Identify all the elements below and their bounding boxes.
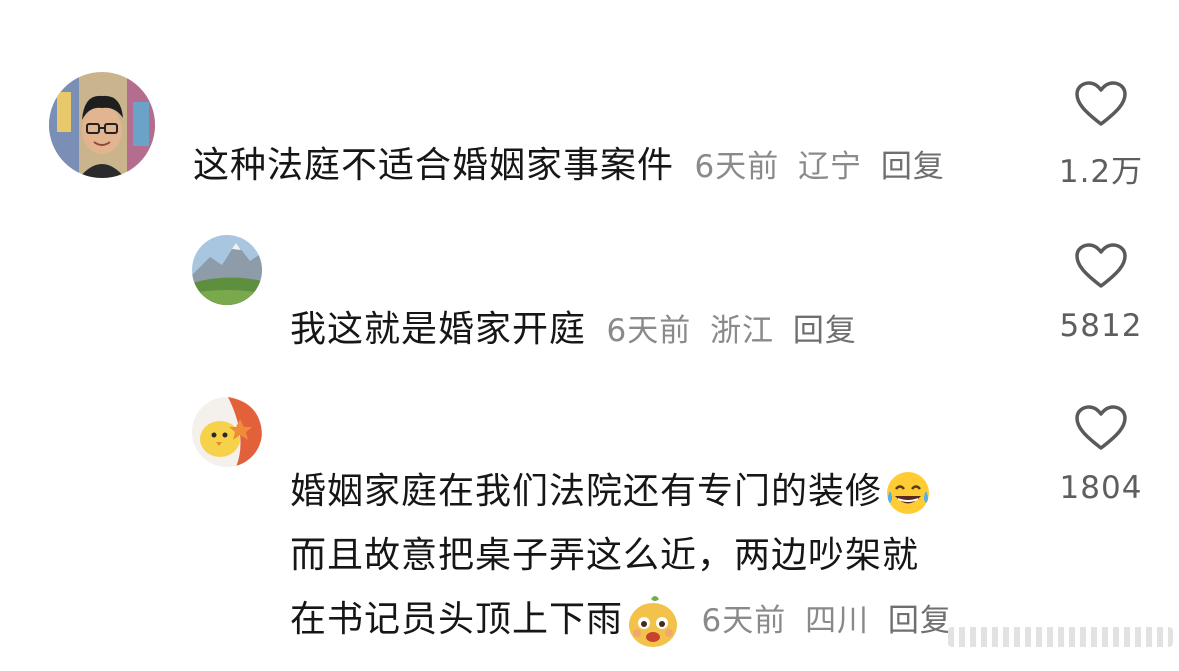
user-avatar[interactable] xyxy=(192,235,262,305)
reply-button[interactable]: 回复 xyxy=(888,603,952,639)
user-avatar[interactable] xyxy=(192,397,262,467)
comment-location: 辽宁 xyxy=(798,149,863,185)
watermark-mark xyxy=(948,627,1173,647)
cartoon-face-emoji xyxy=(629,596,678,647)
comment-text-line: 而且故意把桌子弄这么近，两边吵架就 xyxy=(290,535,920,576)
comment-text: 这种法庭不适合婚姻家事案件 xyxy=(193,145,675,186)
like-count: 1804 xyxy=(1059,470,1143,506)
laughing-tears-emoji xyxy=(887,472,930,514)
heart-icon[interactable] xyxy=(1074,242,1128,290)
comment-location: 四川 xyxy=(805,603,870,639)
comment-text-line: 在书记员头顶上下雨 xyxy=(290,599,624,640)
comment-text-line: 婚姻家庭在我们法院还有专门的装修 xyxy=(290,471,883,512)
comment-time: 6天前 xyxy=(694,149,780,185)
comment-location: 浙江 xyxy=(710,313,775,349)
watermark xyxy=(948,617,1173,657)
comment-text: 我这就是婚家开庭 xyxy=(290,309,587,350)
comment-time: 6天前 xyxy=(701,603,787,639)
comment-time: 6天前 xyxy=(606,313,692,349)
user-avatar[interactable] xyxy=(49,72,155,178)
heart-icon[interactable] xyxy=(1074,80,1128,128)
reply-button[interactable]: 回复 xyxy=(881,149,945,185)
heart-icon[interactable] xyxy=(1074,404,1128,452)
like-count: 1.2万 xyxy=(1058,154,1144,190)
like-count: 5812 xyxy=(1059,308,1143,344)
reply-button[interactable]: 回复 xyxy=(793,313,857,349)
